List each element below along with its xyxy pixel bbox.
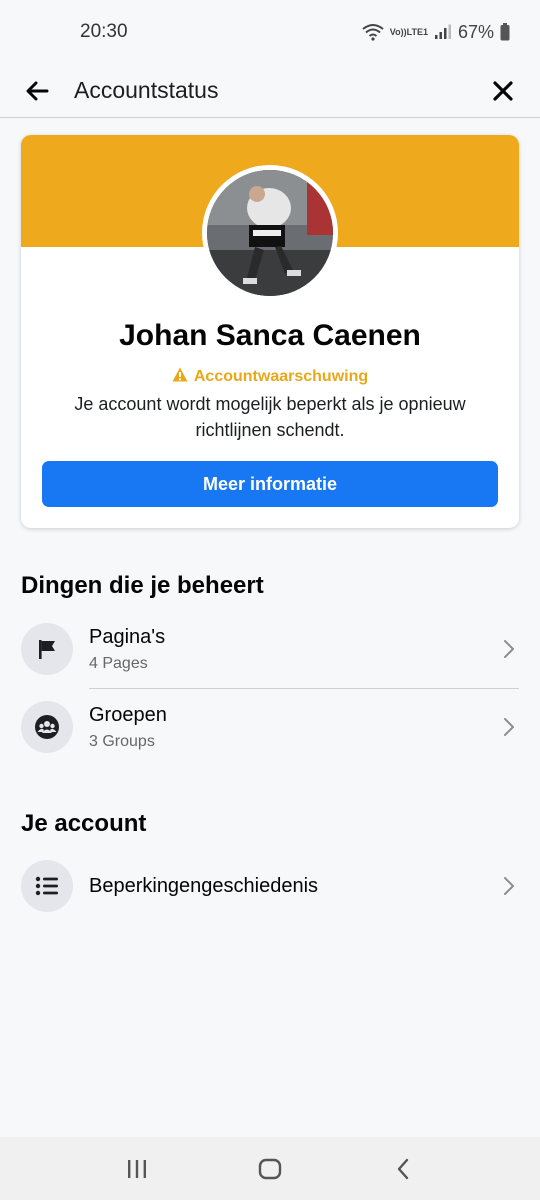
volte-icon: Vo)) LTE1 xyxy=(389,26,428,37)
battery-icon xyxy=(500,23,510,41)
list-item-text: Groepen 3 Groups xyxy=(89,703,167,750)
list-item-groups[interactable]: Groepen 3 Groups xyxy=(21,690,519,764)
arrow-left-icon[interactable] xyxy=(20,74,54,108)
groups-icon xyxy=(21,701,73,753)
warning-message: Je account wordt mogelijk beperkt als je… xyxy=(74,394,466,440)
status-bar: 20:30 Vo)) LTE1 67% xyxy=(0,0,540,64)
avatar[interactable] xyxy=(202,165,338,301)
list-item-text: Pagina's 4 Pages xyxy=(89,625,166,672)
chevron-right-icon xyxy=(499,874,519,898)
list-item-restriction-history[interactable]: Beperkingengeschiedenis xyxy=(21,849,519,923)
list-icon xyxy=(21,860,73,912)
status-time: 20:30 xyxy=(80,21,128,42)
profile-name: Johan Sanca Caenen xyxy=(119,319,421,352)
warning-label: Accountwaarschuwing xyxy=(21,367,519,387)
section-title-managed: Dingen die je beheert xyxy=(21,572,264,599)
more-info-button[interactable]: Meer informatie xyxy=(42,461,498,507)
app-header: Accountstatus xyxy=(0,64,540,118)
divider xyxy=(89,688,519,689)
chevron-right-icon xyxy=(499,715,519,739)
list-item-pages[interactable]: Pagina's 4 Pages xyxy=(21,612,519,686)
profile-photo xyxy=(207,170,333,296)
flag-icon xyxy=(21,623,73,675)
battery-percent: 67% xyxy=(457,21,494,42)
status-indicators: Vo)) LTE1 67% xyxy=(362,22,510,43)
recents-icon[interactable] xyxy=(117,1149,157,1189)
chevron-right-icon xyxy=(499,637,519,661)
close-icon[interactable] xyxy=(486,74,520,108)
section-title-account: Je account xyxy=(21,810,147,837)
page-title: Accountstatus xyxy=(74,77,219,103)
account-status-card: Johan Sanca Caenen Accountwaarschuwing J… xyxy=(21,135,519,528)
home-icon[interactable] xyxy=(250,1149,290,1189)
list-item-text: Beperkingengeschiedenis xyxy=(89,874,319,897)
system-nav-bar xyxy=(0,1137,540,1200)
back-chevron-icon[interactable] xyxy=(383,1149,423,1189)
signal-icon xyxy=(434,24,452,40)
wifi-icon xyxy=(362,23,384,41)
warning-icon xyxy=(172,367,188,387)
